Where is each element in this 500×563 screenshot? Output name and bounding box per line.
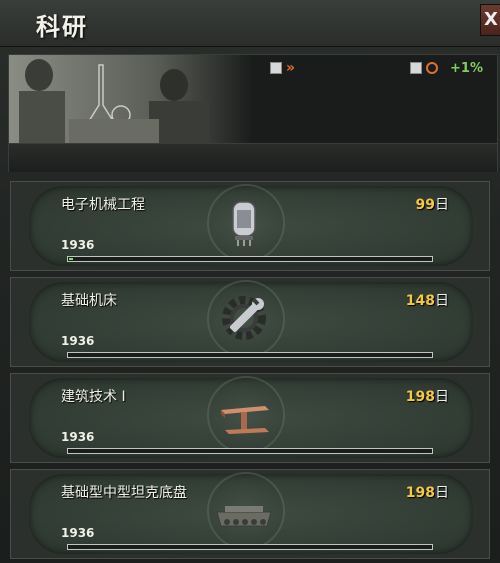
arrow-icon: » — [286, 60, 295, 76]
progress-bar — [67, 544, 433, 550]
tank-chassis-icon — [211, 478, 277, 542]
tech-year: 1936 — [61, 334, 95, 348]
tech-year: 1936 — [61, 238, 95, 252]
research-panel: 科研 X » +1% 电子机械工程 99日 1936 基础机床 148日 193… — [0, 0, 500, 563]
research-doc-icon — [270, 62, 282, 74]
days-remaining: 148日 — [406, 290, 449, 310]
wrench-gear-icon — [211, 286, 277, 350]
clock-icon — [426, 62, 438, 74]
research-bonus-stat: +1% — [410, 58, 483, 78]
research-slot-3[interactable]: 建筑技术 I 198日 1936 — [10, 373, 490, 463]
vacuum-tube-icon — [211, 190, 277, 254]
research-speed-stat: » — [270, 58, 295, 78]
research-slot-1[interactable]: 电子机械工程 99日 1936 — [10, 181, 490, 271]
days-value: 198 — [405, 389, 435, 405]
bonus-value: +1% — [450, 60, 483, 76]
tech-year: 1936 — [61, 526, 95, 540]
days-value: 198 — [405, 485, 435, 501]
research-doc-icon — [410, 62, 422, 74]
tech-name: 电子机械工程 — [61, 197, 145, 213]
days-remaining: 99日 — [416, 194, 449, 214]
days-unit: 日 — [435, 197, 449, 213]
research-slot-2[interactable]: 基础机床 148日 1936 — [10, 277, 490, 367]
title-bar: 科研 X — [0, 0, 500, 47]
tech-name: 建筑技术 I — [61, 389, 126, 405]
steel-beam-icon — [211, 382, 277, 446]
progress-bar — [67, 256, 433, 262]
days-unit: 日 — [435, 485, 449, 501]
days-unit: 日 — [435, 389, 449, 405]
close-button[interactable]: X — [480, 4, 500, 36]
days-remaining: 198日 — [406, 482, 449, 502]
research-slot-4[interactable]: 基础型中型坦克底盘 198日 1936 — [10, 469, 490, 559]
tech-year: 1936 — [61, 430, 95, 444]
tech-name: 基础机床 — [61, 293, 117, 309]
days-unit: 日 — [435, 293, 449, 309]
progress-fill — [69, 258, 73, 260]
tech-name: 基础型中型坦克底盘 — [61, 485, 187, 501]
days-remaining: 198日 — [406, 386, 449, 406]
scientists-illustration — [9, 55, 253, 143]
progress-bar — [67, 352, 433, 358]
days-value: 148 — [405, 293, 435, 309]
progress-bar — [67, 448, 433, 454]
days-value: 99 — [415, 197, 435, 213]
header-strip — [9, 143, 497, 172]
window-title: 科研 — [36, 13, 88, 41]
